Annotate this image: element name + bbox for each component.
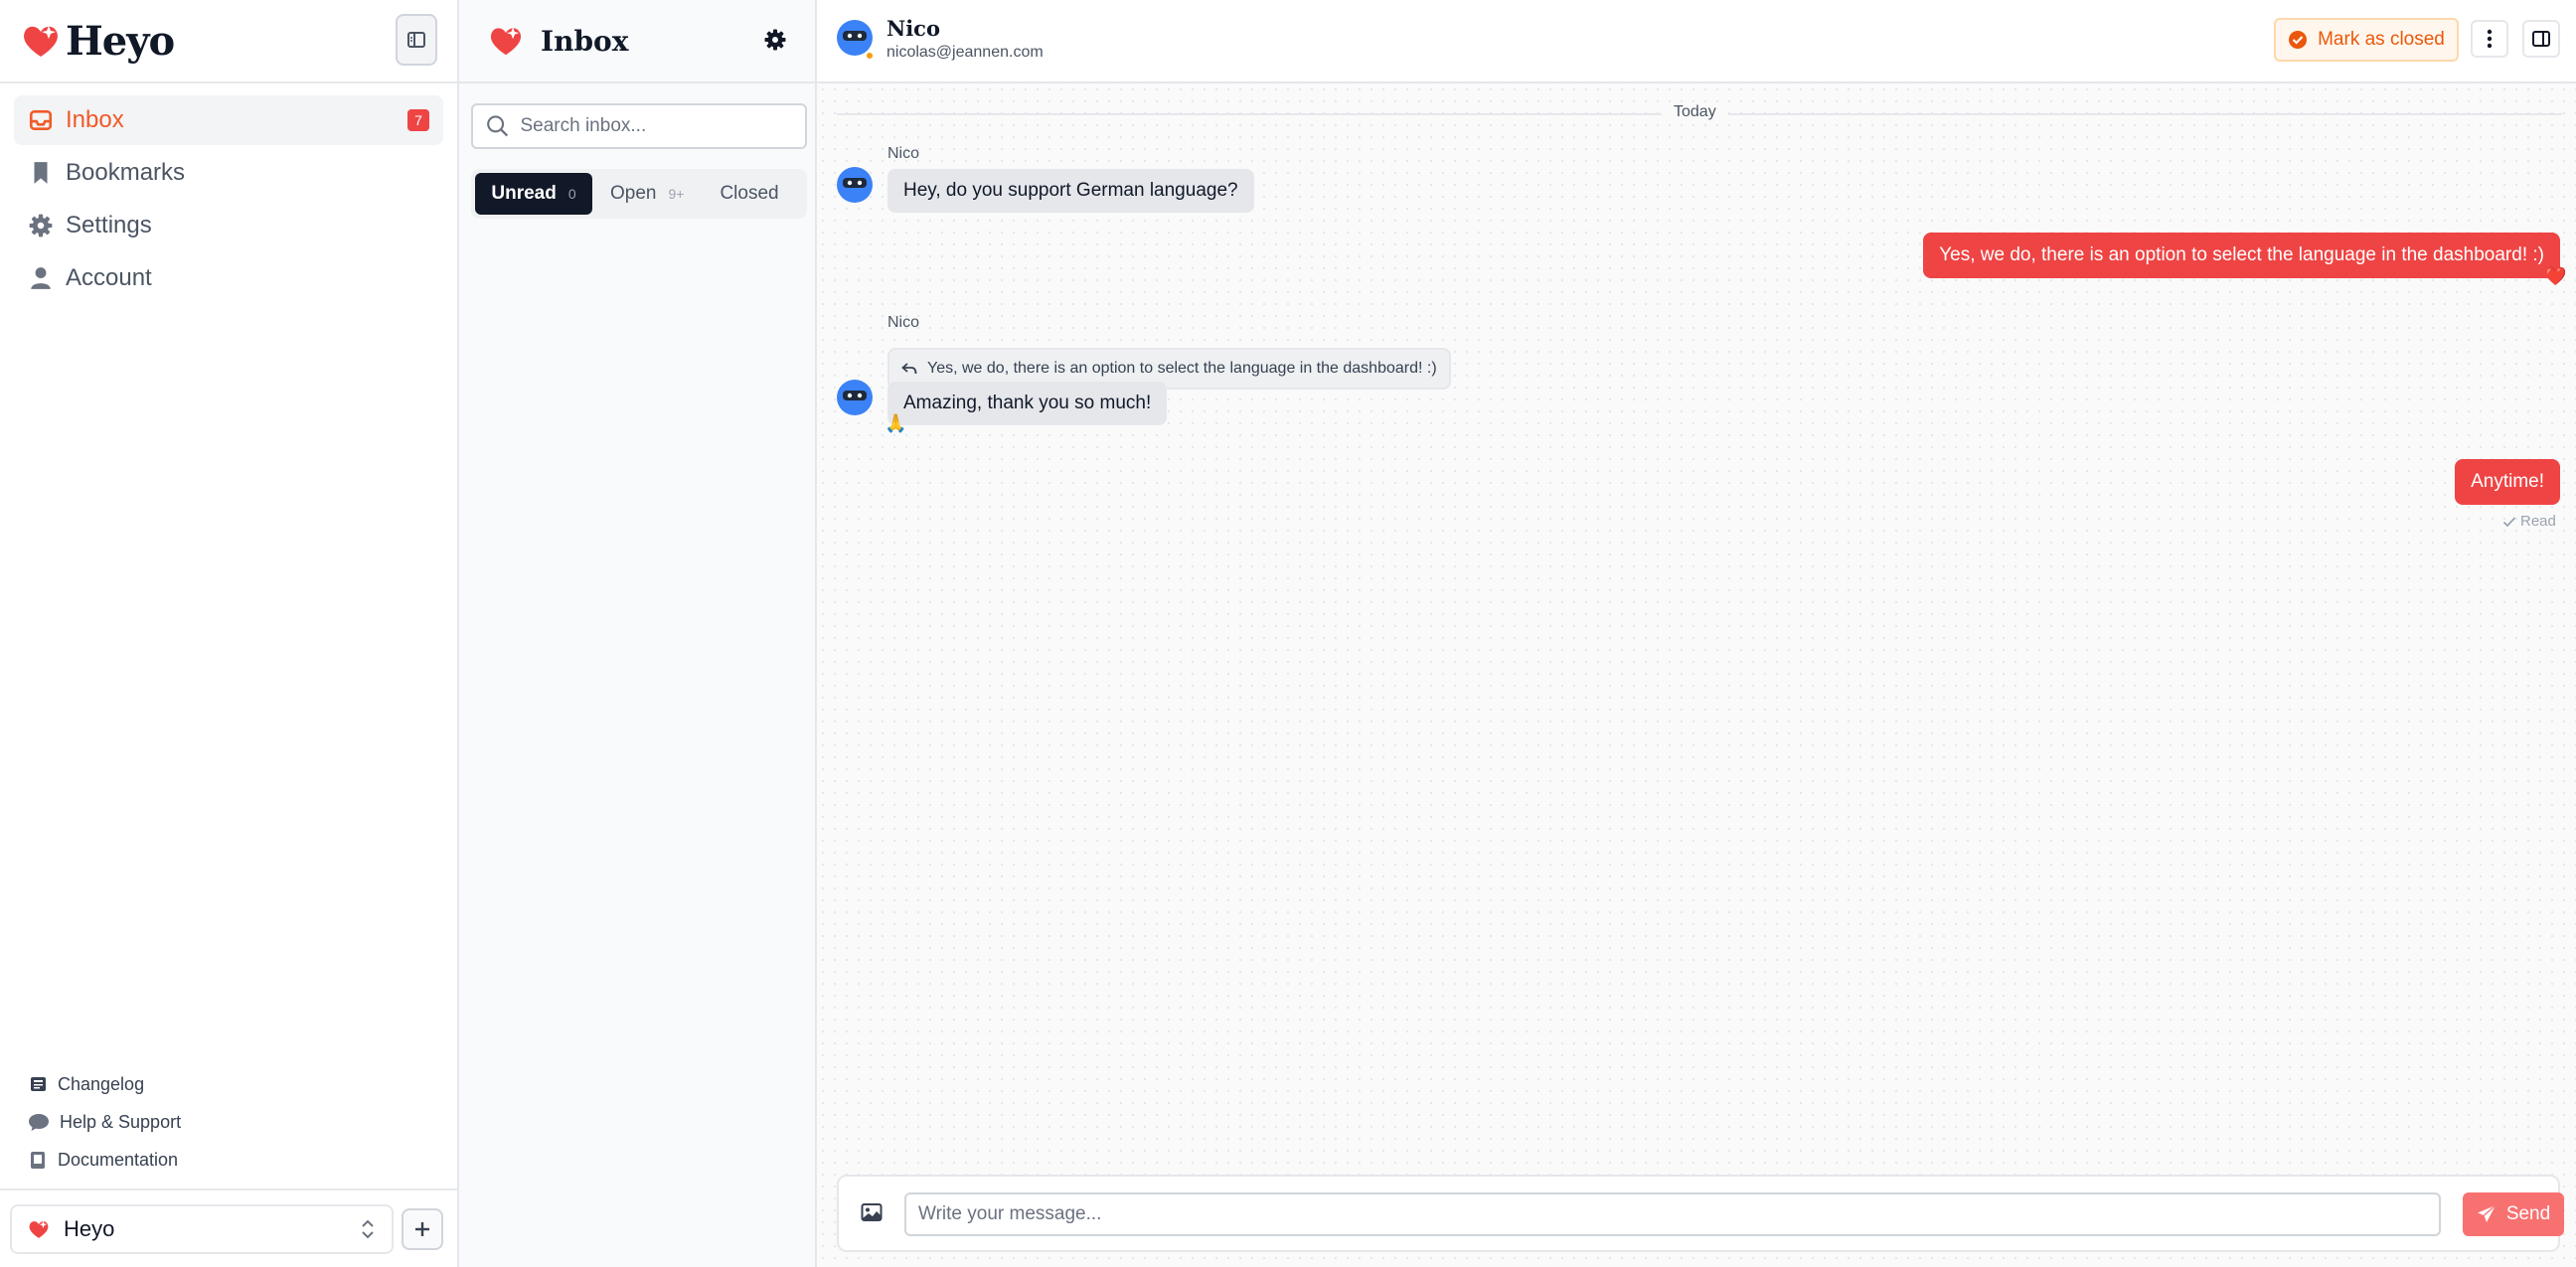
collapse-sidebar-button[interactable]	[396, 14, 437, 66]
check-icon	[2502, 516, 2516, 527]
inbox-search[interactable]	[471, 103, 807, 149]
book-icon	[31, 1152, 45, 1169]
workspace-bar: Heyo	[0, 1188, 459, 1267]
sidebar-item-label: Account	[66, 264, 152, 291]
inbox-title: Inbox	[541, 24, 629, 58]
toggle-details-panel-button[interactable]	[2522, 20, 2560, 58]
reply-arrow-icon	[901, 363, 917, 375]
read-status-label: Read	[2520, 513, 2556, 530]
avatar	[837, 380, 873, 415]
tab-unread[interactable]: Unread 0	[475, 173, 592, 215]
app-logo[interactable]: Heyo	[22, 17, 175, 65]
chat-bubble-icon	[29, 1114, 49, 1131]
message-sender: Nico	[887, 145, 920, 162]
avatar	[837, 167, 873, 203]
documentation-link[interactable]: Documentation	[28, 1141, 181, 1179]
more-vertical-icon	[2487, 29, 2493, 49]
changelog-link[interactable]: Changelog	[28, 1065, 181, 1103]
read-receipt: Read	[2502, 513, 2556, 530]
search-icon	[487, 115, 509, 137]
inbox-header: Inbox	[459, 0, 815, 83]
sidebar-item-label: Bookmarks	[66, 159, 186, 186]
tab-label: Unread	[491, 183, 557, 204]
sidebar-panel-icon	[2532, 31, 2550, 47]
workspace-name: Heyo	[64, 1215, 115, 1241]
image-icon	[861, 1203, 883, 1221]
conversation-header: Nico nicolas@jeannen.com Mark as closed	[817, 0, 2576, 83]
heart-logo-icon	[490, 27, 522, 56]
inbox-icon	[29, 110, 53, 130]
unread-count-badge: 7	[407, 109, 429, 131]
status-dot	[865, 51, 875, 61]
mark-as-closed-button[interactable]: Mark as closed	[2274, 18, 2459, 62]
footer-link-label: Changelog	[58, 1073, 145, 1094]
paper-plane-icon	[2477, 1204, 2496, 1222]
bookmark-icon	[34, 162, 48, 184]
message-composer: Send	[837, 1175, 2564, 1252]
inbox-settings-button[interactable]	[763, 28, 787, 57]
tab-open[interactable]: Open 9+	[592, 173, 702, 215]
heart-logo-icon	[29, 1220, 49, 1238]
sidebar-item-label: Settings	[66, 212, 152, 238]
incoming-message[interactable]: Amazing, thank you so much!	[887, 382, 1168, 425]
newspaper-icon	[31, 1077, 46, 1091]
tab-closed[interactable]: Closed	[702, 173, 796, 215]
contact-name: Nico	[886, 16, 940, 41]
more-options-button[interactable]	[2471, 20, 2508, 58]
message-sender: Nico	[887, 314, 920, 331]
heart-logo-icon	[24, 26, 58, 57]
day-separator-label: Today	[1662, 103, 1728, 121]
sidebar-item-label: Inbox	[66, 106, 124, 133]
main-sidebar: Heyo Inbox 7 Bookmarks Settings Account …	[0, 0, 459, 1267]
tab-label: Open	[610, 183, 657, 204]
sidebar-item-account[interactable]: Account	[14, 253, 443, 303]
sidebar-item-inbox[interactable]: Inbox 7	[14, 95, 443, 145]
sidebar-footer-links: Changelog Help & Support Documentation	[28, 1065, 181, 1179]
conversation-panel: Nico nicolas@jeannen.com Mark as closed …	[817, 0, 2576, 1267]
tab-count: 9+	[668, 186, 685, 202]
contact-avatar[interactable]	[837, 20, 875, 61]
main-nav: Inbox 7 Bookmarks Settings Account	[0, 83, 457, 318]
message-input[interactable]	[904, 1192, 2441, 1236]
mark-as-closed-label: Mark as closed	[2318, 29, 2445, 50]
pray-reaction[interactable]: 🙏	[885, 413, 906, 434]
tab-count: 0	[567, 186, 576, 202]
check-circle-icon	[2289, 31, 2308, 49]
send-label: Send	[2505, 1203, 2551, 1224]
sidebar-panel-icon	[407, 32, 425, 48]
help-support-link[interactable]: Help & Support	[28, 1103, 181, 1141]
workspace-switcher[interactable]: Heyo	[10, 1203, 394, 1254]
inbox-panel: Inbox Search inbox... Unread 0 Open 9+ C…	[459, 0, 817, 1267]
gear-icon	[29, 214, 53, 238]
add-workspace-button[interactable]	[402, 1207, 443, 1250]
send-button[interactable]: Send	[2463, 1192, 2564, 1236]
reply-quote-text: Yes, we do, there is an option to select…	[927, 360, 1437, 377]
sidebar-header: Heyo	[0, 0, 457, 83]
app-name: Heyo	[66, 17, 175, 65]
footer-link-label: Documentation	[58, 1149, 179, 1170]
chevron-up-down-icon	[362, 1219, 374, 1238]
gear-icon	[764, 29, 786, 51]
footer-link-label: Help & Support	[60, 1111, 182, 1132]
outgoing-message[interactable]: Yes, we do, there is an option to select…	[1923, 233, 2560, 278]
inbox-filter-tabs: Unread 0 Open 9+ Closed	[471, 169, 807, 219]
heart-reaction[interactable]: ❤️	[2544, 266, 2566, 287]
outgoing-message[interactable]: Anytime!	[2455, 459, 2560, 505]
plus-icon	[415, 1221, 429, 1236]
sidebar-item-bookmarks[interactable]: Bookmarks	[14, 148, 443, 198]
attach-image-button[interactable]	[861, 1202, 883, 1227]
tab-label: Closed	[720, 183, 779, 204]
search-input[interactable]	[520, 115, 793, 137]
contact-email: nicolas@jeannen.com	[886, 44, 1044, 61]
user-icon	[31, 267, 51, 289]
incoming-message[interactable]: Hey, do you support German language?	[887, 169, 1254, 213]
sidebar-item-settings[interactable]: Settings	[14, 201, 443, 250]
